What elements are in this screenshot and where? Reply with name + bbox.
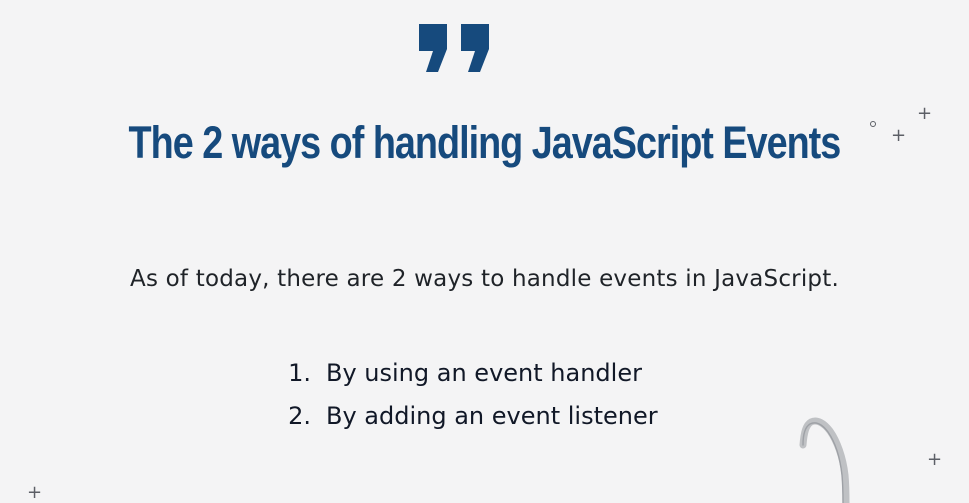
- circle-icon: [870, 121, 876, 127]
- list-item-text: By adding an event listener: [326, 402, 658, 430]
- page-title: The 2 ways of handling JavaScript Events: [128, 117, 842, 168]
- ways-list: 1. By using an event handler 2. By addin…: [270, 352, 710, 438]
- list-item-text: By using an event handler: [326, 359, 642, 387]
- plus-icon: +: [927, 449, 943, 470]
- intro-text: As of today, there are 2 ways to handle …: [130, 266, 839, 292]
- quote-icon: [419, 24, 489, 72]
- list-item-number: 2.: [288, 402, 311, 430]
- list-item: 2. By adding an event listener: [270, 395, 710, 438]
- plus-icon: +: [891, 125, 907, 146]
- curved-arrow-icon: [799, 417, 850, 503]
- plus-icon: +: [917, 103, 933, 124]
- list-item-number: 1.: [288, 359, 311, 387]
- slide: The 2 ways of handling JavaScript Events…: [0, 0, 969, 503]
- list-item: 1. By using an event handler: [270, 352, 710, 395]
- plus-icon: +: [27, 482, 43, 503]
